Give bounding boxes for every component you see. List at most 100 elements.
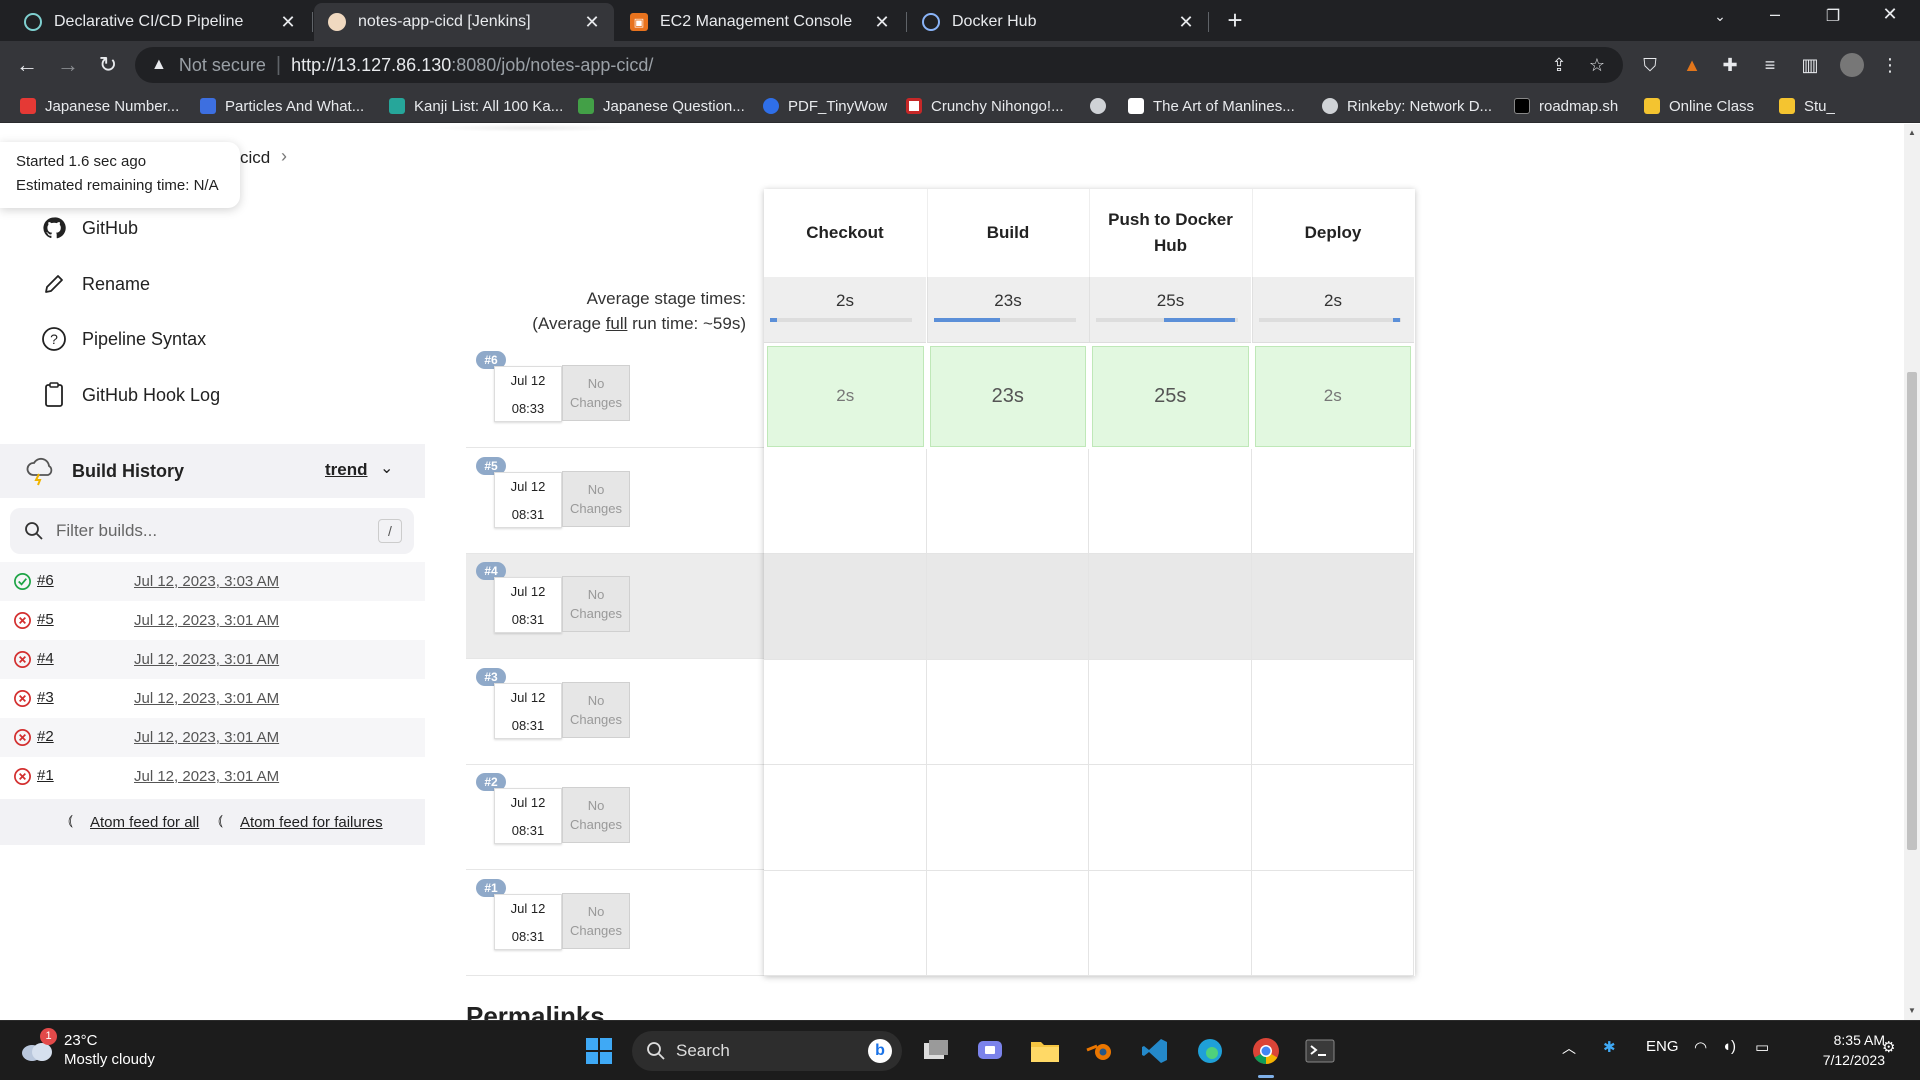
scroll-up-icon[interactable]: ▲ [1908, 128, 1916, 137]
build-date-link[interactable]: Jul 12, 2023, 3:01 AM [134, 729, 279, 746]
url-text[interactable]: http://13.127.86.130:8080/job/notes-app-… [291, 55, 653, 76]
build-number-link[interactable]: #2 [37, 728, 54, 745]
close-icon[interactable]: ✕ [276, 10, 300, 34]
file-explorer-icon[interactable] [1027, 1033, 1063, 1069]
notifications-icon[interactable]: ⚙ [1882, 1038, 1895, 1056]
build-number-link[interactable]: #3 [37, 689, 54, 706]
stage-cell-success[interactable]: 25s [1092, 346, 1249, 447]
tab-ec2[interactable]: ▣ EC2 Management Console ✕ [616, 3, 904, 41]
atom-feed-all-link[interactable]: Atom feed for all [90, 814, 199, 831]
chevron-down-icon[interactable]: ⌄ [380, 458, 393, 478]
bookmark-item[interactable]: Japanese Question... [578, 95, 745, 117]
bookmark-item[interactable]: Japanese Number... [20, 95, 179, 117]
wifi-icon[interactable]: ◠ [1694, 1038, 1707, 1056]
full-link[interactable]: full [606, 314, 628, 333]
task-view-icon[interactable] [918, 1033, 954, 1069]
tab-search-icon[interactable]: ⌄ [1700, 8, 1740, 25]
bookmark-item[interactable] [1090, 95, 1115, 117]
atom-feed-failures-link[interactable]: Atom feed for failures [240, 814, 383, 831]
side-task-pipeline-syntax[interactable]: ? Pipeline Syntax [40, 324, 206, 354]
build-row[interactable]: #3 Jul 12, 2023, 3:01 AM [0, 679, 425, 718]
side-panel-icon[interactable]: ▥ [1798, 53, 1822, 77]
build-row[interactable]: #4 Jul 12, 2023, 3:01 AM [0, 640, 425, 679]
stage-cell-success[interactable]: 2s [1254, 346, 1411, 447]
tray-overflow-chevron-icon[interactable]: ︿ [1562, 1038, 1576, 1058]
bookmark-item[interactable]: Rinkeby: Network D... [1322, 95, 1492, 117]
security-label[interactable]: Not secure [179, 55, 266, 76]
breadcrumb[interactable]: cicd [240, 148, 270, 168]
restore-button[interactable]: ❐ [1813, 6, 1853, 26]
taskbar-search-box[interactable]: Search b [632, 1031, 902, 1071]
bluetooth-icon[interactable]: ✱ [1603, 1038, 1616, 1056]
run-changes-box[interactable]: No Changes [562, 787, 630, 843]
run-changes-box[interactable]: No Changes [562, 576, 630, 632]
run-changes-box[interactable]: No Changes [562, 681, 630, 738]
page-scrollbar[interactable]: ▲ ▼ [1904, 124, 1920, 1020]
metamask-icon[interactable]: ▲ [1680, 53, 1704, 77]
run-changes-box[interactable]: No Changes [562, 365, 630, 421]
chrome-icon[interactable] [1248, 1033, 1284, 1069]
trend-link[interactable]: trend [325, 460, 368, 480]
window-close-button[interactable]: ✕ [1870, 4, 1910, 25]
blender-icon[interactable] [1082, 1033, 1118, 1069]
build-row[interactable]: #1 Jul 12, 2023, 3:01 AM [0, 757, 425, 796]
reload-button[interactable]: ↻ [94, 51, 122, 79]
build-row[interactable]: #6 Jul 12, 2023, 3:03 AM [0, 562, 425, 601]
build-date-link[interactable]: Jul 12, 2023, 3:01 AM [134, 768, 279, 785]
profile-avatar[interactable] [1840, 53, 1864, 77]
shield-extension-icon[interactable]: ⛉ [1638, 53, 1662, 77]
bookmark-item[interactable]: Crunchy Nihongo!... [906, 95, 1064, 117]
volume-icon[interactable]: ◖) [1722, 1038, 1736, 1055]
battery-icon[interactable]: ▭ [1755, 1038, 1769, 1056]
tab-declarative-pipeline[interactable]: Declarative CI/CD Pipeline ✕ [10, 3, 310, 41]
back-button[interactable]: ← [13, 51, 41, 79]
windows-start-icon[interactable] [581, 1033, 617, 1069]
reading-list-icon[interactable]: ≡ [1758, 53, 1782, 77]
build-date-link[interactable]: Jul 12, 2023, 3:03 AM [134, 573, 279, 590]
tab-docker-hub[interactable]: Docker Hub ✕ [908, 3, 1208, 41]
run-changes-box[interactable]: No Changes [562, 892, 630, 949]
side-task-github-hook-log[interactable]: GitHub Hook Log [40, 380, 220, 410]
input-language[interactable]: ENG [1646, 1038, 1679, 1055]
breadcrumb-chevron-icon[interactable]: › [281, 146, 287, 167]
stage-cell-success[interactable]: 2s [767, 346, 924, 447]
bookmark-item[interactable]: Particles And What... [200, 95, 364, 117]
share-icon[interactable]: ⇪ [1549, 55, 1569, 75]
bookmark-star-icon[interactable]: ☆ [1587, 55, 1607, 75]
warning-icon[interactable]: ▲ [151, 56, 167, 74]
terminal-icon[interactable] [1302, 1033, 1338, 1069]
build-row[interactable]: #5 Jul 12, 2023, 3:01 AM [0, 601, 425, 640]
scrollbar-thumb[interactable] [1907, 372, 1917, 850]
build-number-link[interactable]: #5 [37, 611, 54, 628]
scroll-down-icon[interactable]: ▼ [1908, 1006, 1916, 1015]
bookmark-item[interactable]: Kanji List: All 100 Ka... [389, 95, 563, 117]
minimize-button[interactable]: – [1755, 4, 1795, 25]
build-number-link[interactable]: #6 [37, 572, 54, 589]
teams-chat-icon[interactable] [972, 1033, 1008, 1069]
bookmark-item[interactable]: The Art of Manlines... [1128, 95, 1295, 117]
bookmark-item[interactable]: PDF_TinyWow [763, 95, 887, 117]
close-icon[interactable]: ✕ [580, 10, 604, 34]
tab-jenkins[interactable]: notes-app-cicd [Jenkins] ✕ [314, 3, 614, 41]
forward-button[interactable]: → [54, 51, 82, 79]
build-date-link[interactable]: Jul 12, 2023, 3:01 AM [134, 612, 279, 629]
bookmark-folder[interactable]: Stu_ [1779, 95, 1835, 117]
build-date-link[interactable]: Jul 12, 2023, 3:01 AM [134, 690, 279, 707]
system-clock[interactable]: 8:35 AM 7/12/2023 [1793, 1030, 1885, 1070]
stage-cell-success[interactable]: 23s [929, 346, 1086, 447]
build-date-link[interactable]: Jul 12, 2023, 3:01 AM [134, 651, 279, 668]
bookmark-item[interactable]: roadmap.sh [1514, 95, 1618, 117]
menu-kebab-icon[interactable]: ⋮ [1878, 53, 1902, 77]
bookmark-folder[interactable]: Online Class [1644, 95, 1754, 117]
side-task-github[interactable]: GitHub [40, 213, 138, 243]
close-icon[interactable]: ✕ [870, 10, 894, 34]
filter-builds-input[interactable]: Filter builds... / [10, 508, 414, 554]
edge-icon[interactable] [1192, 1033, 1228, 1069]
run-changes-box[interactable]: No Changes [562, 470, 630, 527]
side-task-rename[interactable]: Rename [40, 269, 150, 299]
address-bar[interactable]: ▲ Not secure | http://13.127.86.130:8080… [135, 47, 1623, 83]
bing-icon[interactable]: b [868, 1039, 892, 1063]
extensions-puzzle-icon[interactable]: ✚ [1718, 53, 1742, 77]
new-tab-button[interactable]: + [1222, 7, 1248, 34]
build-number-link[interactable]: #1 [37, 767, 54, 784]
